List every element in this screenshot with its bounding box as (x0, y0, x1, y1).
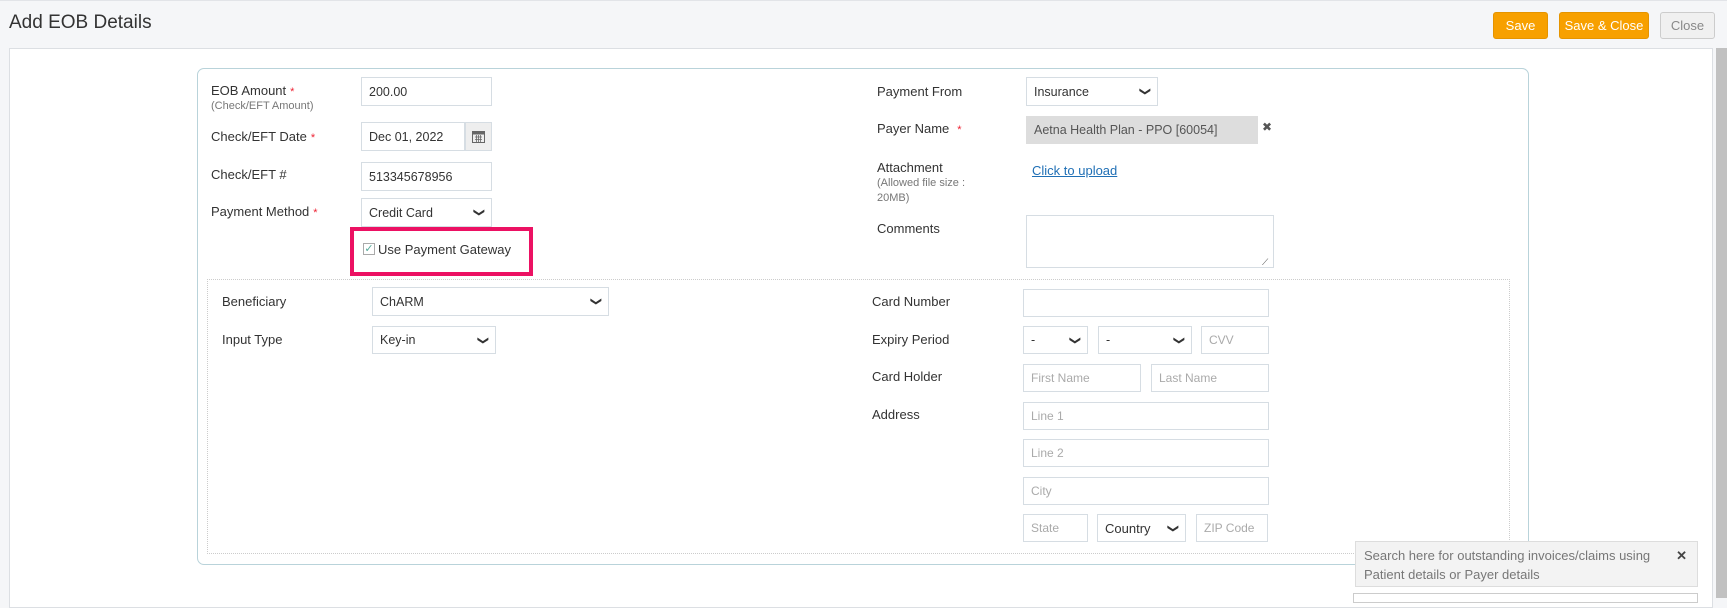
address-line2-input[interactable]: Line 2 (1023, 439, 1269, 467)
zip-input[interactable]: ZIP Code (1196, 514, 1268, 542)
tooltip-text: Search here for outstanding invoices/cla… (1364, 548, 1651, 582)
chevron-down-icon: ❯ (1068, 335, 1081, 345)
input-type-value: Key-in (380, 333, 416, 347)
expiry-year-value: - (1106, 333, 1111, 347)
input-type-select[interactable]: Key-in ❯ (372, 326, 496, 354)
chevron-down-icon: ❯ (1138, 86, 1151, 97)
comments-label: Comments (877, 221, 940, 236)
address-line1-input[interactable]: Line 1 (1023, 402, 1269, 430)
attachment-hint-1: (Allowed file size : (877, 177, 966, 189)
close-button[interactable]: Close (1660, 12, 1715, 39)
eob-amount-hint: (Check/EFT Amount) (211, 100, 314, 112)
close-tooltip-icon[interactable]: ✕ (1676, 546, 1687, 565)
expiry-label: Expiry Period (872, 332, 950, 347)
address-label: Address (872, 407, 920, 422)
chevron-down-icon: ❯ (1166, 523, 1179, 533)
payment-from-label: Payment From (877, 84, 963, 99)
last-name-input[interactable]: Last Name (1151, 364, 1269, 392)
payment-method-select[interactable]: Credit Card ❯ (361, 198, 492, 227)
expiry-month-select[interactable]: - ❯ (1023, 326, 1088, 354)
chevron-down-icon: ❯ (1172, 335, 1185, 345)
page-title: Add EOB Details (9, 12, 152, 33)
first-name-placeholder: First Name (1031, 371, 1090, 385)
chevron-down-icon: ❯ (476, 335, 489, 345)
last-name-placeholder: Last Name (1159, 371, 1218, 385)
search-hint-tooltip: Search here for outstanding invoices/cla… (1355, 541, 1698, 587)
payer-name-label: Payer Name * (877, 121, 962, 136)
calendar-button[interactable] (465, 122, 492, 151)
country-value: Country (1105, 520, 1151, 536)
line1-placeholder: Line 1 (1031, 409, 1064, 423)
chevron-down-icon: ❯ (589, 296, 602, 307)
comments-textarea[interactable] (1026, 215, 1274, 268)
clear-payer-icon[interactable]: ✖ (1262, 120, 1272, 134)
line2-placeholder: Line 2 (1031, 446, 1064, 460)
attachment-hint-2: 20MB) (877, 192, 910, 204)
invoice-search-input[interactable] (1353, 593, 1698, 603)
city-input[interactable]: City (1023, 477, 1269, 505)
payment-gateway-section (207, 279, 1510, 554)
upload-link[interactable]: Click to upload (1032, 163, 1117, 178)
beneficiary-value: ChARM (380, 294, 424, 309)
check-date-label: Check/EFT Date * (211, 129, 316, 144)
resize-handle-icon[interactable]: ⟋ (1262, 257, 1268, 268)
payment-method-value: Credit Card (369, 205, 433, 220)
card-holder-label: Card Holder (872, 369, 943, 384)
calendar-icon (472, 131, 485, 143)
attachment-label: Attachment (877, 160, 943, 175)
payment-from-value: Insurance (1034, 84, 1089, 99)
beneficiary-select[interactable]: ChARM ❯ (372, 287, 609, 316)
top-border (0, 0, 1727, 3)
zip-placeholder: ZIP Code (1204, 521, 1255, 535)
chevron-down-icon: ❯ (472, 207, 485, 218)
state-placeholder: State (1031, 521, 1060, 535)
check-number-label: Check/EFT # (211, 167, 287, 182)
payment-from-select[interactable]: Insurance ❯ (1026, 77, 1158, 106)
cvv-placeholder: CVV (1209, 333, 1234, 347)
scrollbar[interactable] (1716, 48, 1727, 598)
use-payment-gateway-checkbox[interactable]: ✓ (363, 243, 375, 255)
save-button[interactable]: Save (1493, 12, 1548, 39)
city-placeholder: City (1031, 484, 1052, 498)
use-payment-gateway-label[interactable]: Use Payment Gateway (378, 242, 511, 257)
expiry-year-select[interactable]: - ❯ (1098, 326, 1192, 354)
payment-method-label: Payment Method * (211, 204, 318, 219)
input-type-label: Input Type (222, 332, 283, 347)
save-close-button[interactable]: Save & Close (1559, 12, 1649, 39)
country-select[interactable]: Country ❯ (1097, 514, 1186, 542)
state-input[interactable]: State (1023, 514, 1088, 542)
eob-amount-label: EOB Amount * (211, 83, 295, 98)
check-number-input[interactable]: 513345678956 (361, 162, 492, 191)
first-name-input[interactable]: First Name (1023, 364, 1141, 392)
cvv-input[interactable]: CVV (1201, 326, 1269, 354)
eob-amount-input[interactable]: 200.00 (361, 77, 492, 106)
card-number-label: Card Number (872, 294, 951, 309)
check-date-input[interactable]: Dec 01, 2022 (361, 122, 465, 151)
payer-name-field[interactable]: Aetna Health Plan - PPO [60054] (1026, 116, 1258, 144)
card-number-input[interactable] (1023, 289, 1269, 317)
expiry-month-value: - (1031, 333, 1036, 347)
beneficiary-label: Beneficiary (222, 294, 287, 309)
